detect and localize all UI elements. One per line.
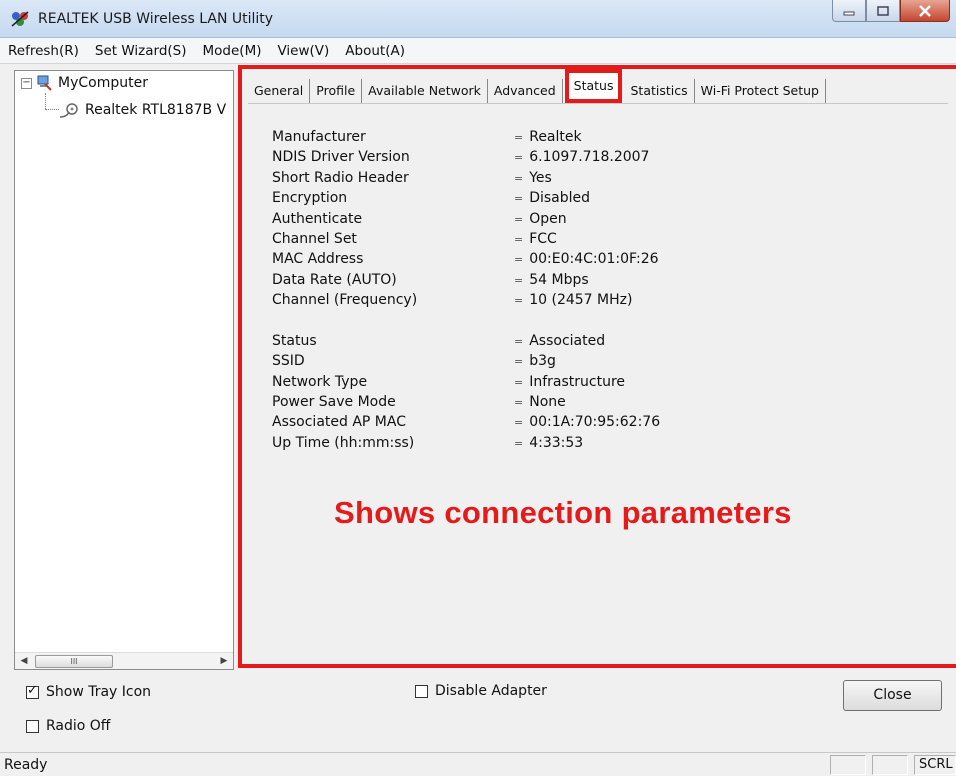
status-panel: General Profile Available Network Advanc…: [238, 65, 956, 668]
menu-refresh[interactable]: Refresh(R): [0, 43, 87, 59]
realtek-app-icon: [11, 11, 29, 27]
disable-adapter-checkbox[interactable]: Disable Adapter: [415, 683, 547, 699]
tab-status[interactable]: Status: [564, 69, 623, 103]
maximize-button[interactable]: [866, 0, 900, 22]
show-tray-icon-label: Show Tray Icon: [46, 684, 152, 700]
window-controls: [832, 0, 950, 22]
radio-off-label: Radio Off: [46, 718, 111, 734]
info-value: Disabled: [514, 188, 590, 209]
info-value: 00:E0:4C:01:0F:26: [514, 249, 658, 270]
info-value: 54 Mbps: [514, 270, 588, 291]
status-bar: Ready SCRL: [0, 752, 956, 776]
scroll-thumb[interactable]: III: [35, 655, 113, 668]
info-value: 00:1A:70:95:62:76: [514, 412, 660, 433]
collapse-icon[interactable]: −: [21, 77, 32, 89]
minimize-icon: [843, 11, 855, 15]
info-value: Infrastructure: [514, 372, 625, 393]
menu-mode[interactable]: Mode(M): [195, 43, 270, 59]
maximize-icon: [877, 5, 889, 16]
info-label: Short Radio Header: [272, 169, 409, 186]
tab-wifi-protect-setup[interactable]: Wi-Fi Protect Setup: [695, 79, 826, 103]
info-label: Channel Set: [272, 230, 357, 247]
radio-off-checkbox[interactable]: Radio Off: [26, 718, 110, 734]
info-label: Manufacturer: [272, 129, 366, 145]
status-pane: [872, 755, 908, 775]
info-value: Yes: [514, 168, 552, 189]
info-label: Encryption: [272, 190, 348, 207]
status-pane: [830, 755, 866, 775]
tab-statistics[interactable]: Statistics: [624, 79, 695, 103]
annotation-text: Shows connection parameters: [334, 495, 792, 530]
computer-icon: [37, 75, 52, 91]
menu-set-wizard[interactable]: Set Wizard(S): [87, 43, 195, 59]
status-pane-scroll: SCRL: [914, 755, 956, 775]
info-label: Up Time (hh:mm:ss): [272, 434, 415, 451]
info-label: Channel (Frequency): [272, 292, 418, 309]
info-value: FCC: [514, 229, 557, 250]
info-label: SSID: [272, 353, 305, 370]
wireless-adapter-icon: [59, 103, 78, 118]
close-button[interactable]: Close: [843, 680, 942, 711]
tree-item-adapter[interactable]: Realtek RTL8187B V: [59, 101, 226, 119]
info-label: MAC Address: [272, 251, 364, 268]
tree-root-label: MyComputer: [58, 75, 148, 91]
checkbox-icon[interactable]: [415, 684, 428, 698]
disable-adapter-label: Disable Adapter: [435, 683, 547, 699]
info-label: Data Rate (AUTO): [272, 271, 397, 288]
minimize-button[interactable]: [832, 0, 866, 22]
device-tree[interactable]: − MyComputer Realtek RTL8187B V ◀ III ▶: [14, 70, 234, 670]
info-value: 6.1097.718.2007: [514, 147, 649, 168]
tab-general[interactable]: General: [248, 79, 311, 103]
checkbox-icon[interactable]: [26, 719, 39, 733]
info-value: 4:33:53: [514, 433, 583, 454]
tree-connector: [45, 109, 59, 110]
tab-divider: [248, 103, 948, 104]
tree-horizontal-scrollbar[interactable]: ◀ III ▶: [15, 652, 233, 669]
info-value: Realtek: [514, 127, 581, 148]
show-tray-icon-checkbox[interactable]: Show Tray Icon: [26, 683, 152, 700]
tree-child-label: Realtek RTL8187B V: [85, 102, 227, 118]
info-label: Power Save Mode: [272, 394, 396, 411]
scroll-left-icon[interactable]: ◀: [17, 654, 31, 668]
info-label: Status: [272, 332, 317, 349]
menu-bar: Refresh(R) Set Wizard(S) Mode(M) View(V)…: [0, 38, 956, 64]
info-label: NDIS Driver Version: [272, 149, 410, 166]
tab-advanced[interactable]: Advanced: [488, 79, 563, 103]
title-bar: REALTEK USB Wireless LAN Utility: [0, 0, 956, 38]
info-label: Associated AP MAC: [272, 414, 406, 431]
info-value: 10 (2457 MHz): [514, 290, 632, 311]
tab-profile[interactable]: Profile: [310, 79, 363, 103]
info-value: b3g: [514, 351, 556, 372]
tab-available-network[interactable]: Available Network: [362, 79, 488, 103]
menu-view[interactable]: View(V): [269, 43, 337, 59]
scroll-right-icon[interactable]: ▶: [217, 654, 231, 668]
info-value: None: [514, 392, 566, 413]
close-icon: [919, 4, 931, 17]
window-title: REALTEK USB Wireless LAN Utility: [38, 11, 274, 27]
menu-about[interactable]: About(A): [337, 43, 413, 59]
close-window-button[interactable]: [900, 0, 950, 22]
info-label: Network Type: [272, 373, 368, 390]
tab-strip: General Profile Available Network Advanc…: [248, 69, 826, 103]
checkbox-checked-icon[interactable]: [26, 683, 39, 699]
info-value: Associated: [514, 331, 605, 352]
tree-item-mycomputer[interactable]: − MyComputer: [21, 75, 148, 91]
tree-connector: [45, 93, 46, 109]
info-value: Open: [514, 209, 566, 230]
status-text: Ready: [4, 757, 48, 773]
info-label: Authenticate: [272, 210, 363, 227]
